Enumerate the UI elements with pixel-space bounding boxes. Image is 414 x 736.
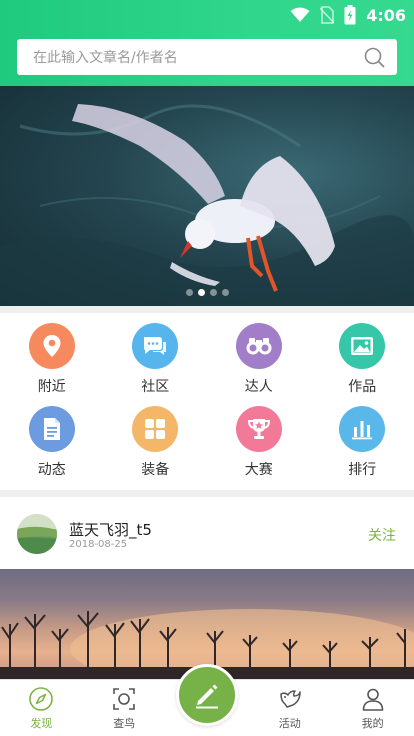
bird-icon[interactable] [277, 686, 303, 712]
category-nearby[interactable]: 附近 [0, 323, 104, 406]
search-placeholder[interactable]: 在此输入文章名/作者名 [33, 47, 363, 67]
banner-image-seagull [0, 104, 414, 306]
category-grid: 附近 社区 达人 作品 动态 装备 大赛 排行 [0, 313, 414, 490]
user-icon[interactable] [360, 686, 386, 712]
carousel-dot[interactable] [185, 289, 193, 296]
publish-button[interactable] [175, 664, 238, 726]
nav-identify-bird[interactable]: 查鸟 [83, 680, 166, 736]
chat-bubbles-icon[interactable] [132, 323, 179, 369]
document-icon[interactable] [28, 406, 75, 452]
bottom-navigation: 发现 查鸟 活动 我的 [0, 664, 414, 736]
scan-icon[interactable] [111, 686, 137, 712]
category-contest[interactable]: 大赛 [207, 406, 311, 489]
category-label[interactable]: 附近 [38, 376, 66, 396]
category-label[interactable]: 动态 [38, 459, 66, 479]
nav-mine[interactable]: 我的 [331, 680, 414, 736]
nav-label[interactable]: 发现 [30, 715, 52, 731]
post-photo-sunset-trees [0, 609, 414, 679]
nav-label[interactable]: 活动 [279, 715, 301, 731]
category-label[interactable]: 排行 [348, 459, 376, 479]
category-experts[interactable]: 达人 [207, 323, 311, 406]
author-name[interactable]: 蓝天飞羽_t5 [69, 519, 152, 540]
category-label[interactable]: 装备 [141, 459, 169, 479]
picture-icon[interactable] [339, 323, 386, 369]
pencil-icon[interactable] [192, 680, 222, 710]
category-label[interactable]: 大赛 [245, 459, 273, 479]
status-time: 4:06 [366, 5, 406, 25]
app-header: 4:06 在此输入文章名/作者名 [0, 0, 414, 86]
carousel-dot-active[interactable] [197, 289, 205, 296]
post-card-header: 蓝天飞羽_t5 2018-08-25 关注 [0, 497, 414, 569]
binoculars-icon[interactable] [235, 323, 282, 369]
section-divider [0, 490, 414, 497]
nav-label[interactable]: 查鸟 [113, 715, 135, 731]
status-icons: 4:06 [290, 5, 406, 25]
compass-icon[interactable] [28, 686, 54, 712]
category-equipment[interactable]: 装备 [104, 406, 208, 489]
wifi-icon [290, 7, 310, 22]
category-works[interactable]: 作品 [311, 323, 414, 406]
nav-center-slot [166, 664, 249, 736]
location-pin-icon[interactable] [28, 323, 75, 369]
nav-discover[interactable]: 发现 [0, 680, 83, 736]
search-icon[interactable] [363, 46, 385, 68]
status-bar: 4:06 [0, 0, 414, 30]
search-input[interactable]: 在此输入文章名/作者名 [17, 39, 397, 75]
trophy-icon[interactable] [235, 406, 282, 452]
category-feed[interactable]: 动态 [0, 406, 104, 489]
category-label[interactable]: 社区 [141, 376, 169, 396]
category-ranking[interactable]: 排行 [311, 406, 414, 489]
avatar[interactable] [17, 514, 57, 554]
no-sim-icon [320, 6, 335, 24]
nav-label[interactable]: 我的 [362, 715, 384, 731]
carousel-indicators [0, 289, 414, 296]
section-divider [0, 306, 414, 313]
carousel-dot[interactable] [221, 289, 229, 296]
bar-chart-icon[interactable] [339, 406, 386, 452]
category-community[interactable]: 社区 [104, 323, 208, 406]
post-image[interactable] [0, 569, 414, 679]
follow-button[interactable]: 关注 [368, 525, 396, 545]
carousel-dot[interactable] [209, 289, 217, 296]
battery-charging-icon [344, 5, 356, 25]
post-date: 2018-08-25 [69, 539, 128, 550]
category-label[interactable]: 达人 [245, 376, 273, 396]
category-label[interactable]: 作品 [348, 376, 376, 396]
grid-squares-icon[interactable] [132, 406, 179, 452]
nav-activity[interactable]: 活动 [248, 680, 331, 736]
banner-carousel[interactable] [0, 86, 414, 306]
